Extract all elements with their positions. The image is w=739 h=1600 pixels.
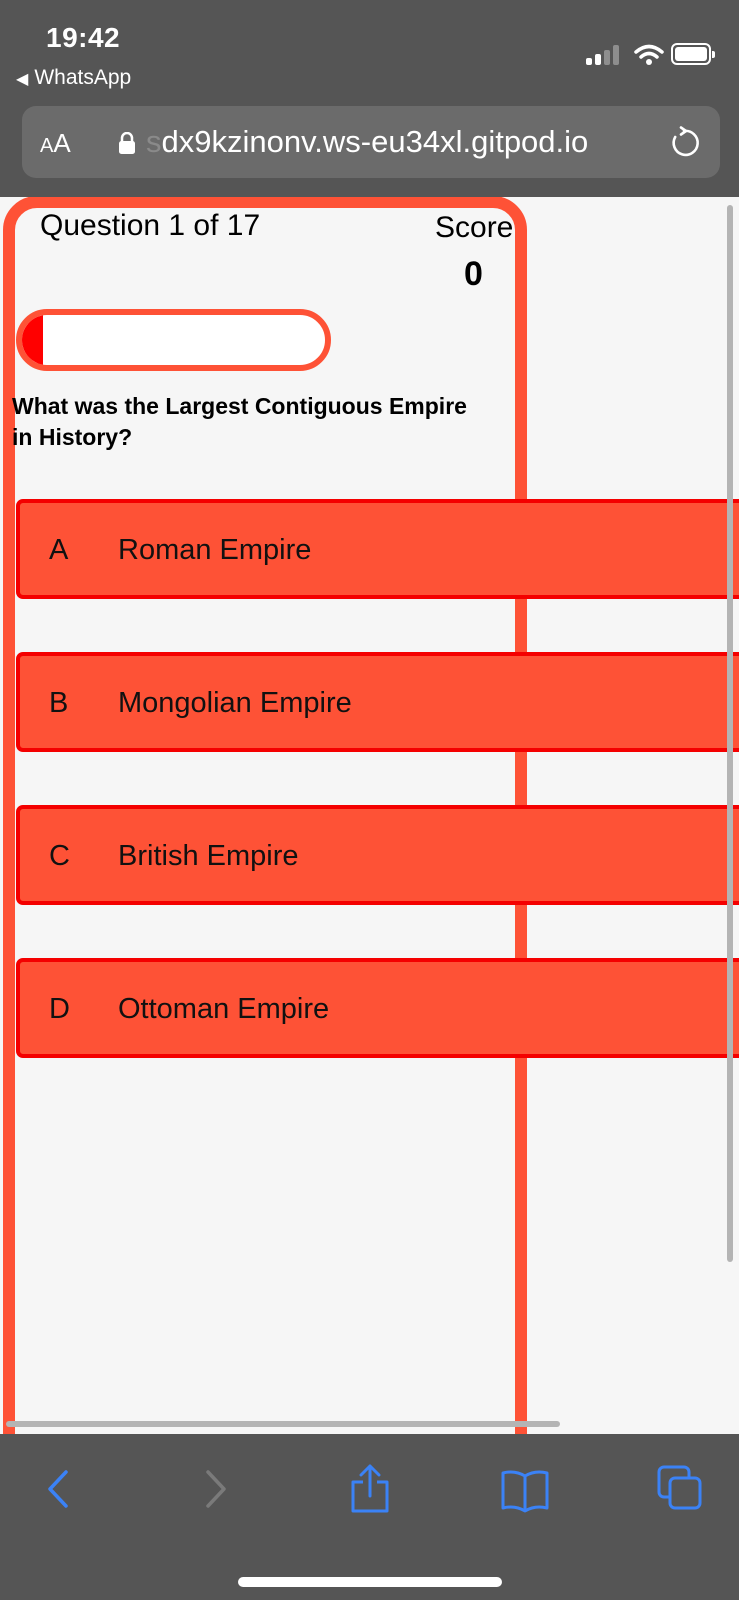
answer-text: Ottoman Empire [118,993,330,1025]
horizontal-scrollbar[interactable] [6,1421,560,1427]
score-value: 0 [464,255,483,293]
home-indicator [238,1577,502,1587]
progress-bar [16,309,331,371]
answer-option-a[interactable]: A Roman Empire [16,499,739,599]
answer-option-d[interactable]: D Ottoman Empire [16,958,739,1058]
answer-prefix: B [49,687,69,719]
answer-option-c[interactable]: C British Empire [16,805,739,905]
back-app-label: WhatsApp [34,66,132,89]
answer-text: Roman Empire [118,534,312,566]
browser-chrome: 19:42 ◀ WhatsApp AA sdx9kzinonv.ws-eu34xl… [0,0,739,197]
answer-prefix: D [49,993,70,1025]
status-time: 19:42 [46,22,121,53]
answer-text: British Empire [118,840,299,872]
forward-arrow-icon[interactable] [190,1464,240,1514]
share-icon[interactable] [345,1464,395,1514]
battery-icon [671,43,715,65]
progress-fill [22,315,44,365]
answer-text: Mongolian Empire [118,687,352,719]
vertical-scrollbar[interactable] [727,205,733,1262]
text-size-button[interactable]: AA [40,128,71,159]
browser-toolbar [0,1434,739,1600]
web-page[interactable]: Question 1 of 17 Score 0 What was the La… [0,197,739,1434]
bookmarks-icon[interactable] [500,1464,550,1514]
reload-icon[interactable] [667,126,701,160]
score-label: Score [435,211,514,244]
back-to-app-button[interactable]: ◀ WhatsApp [16,66,131,90]
answer-prefix: C [49,840,70,872]
address-bar[interactable]: AA sdx9kzinonv.ws-eu34xl.gitpod.io [22,106,720,178]
wifi-icon [634,44,664,65]
question-text: What was the Largest Contiguous Empire i… [12,393,467,450]
back-triangle-icon: ◀ [16,71,29,88]
lock-icon [119,132,135,154]
back-arrow-icon[interactable] [34,1464,84,1514]
answer-prefix: A [49,534,69,566]
tabs-icon[interactable] [656,1464,706,1514]
url-text: sdx9kzinonv.ws-eu34xl.gitpod.io [146,124,589,159]
question-counter: Question 1 of 17 [40,209,261,242]
cellular-signal-icon [586,45,620,65]
answer-option-b[interactable]: B Mongolian Empire [16,652,739,752]
